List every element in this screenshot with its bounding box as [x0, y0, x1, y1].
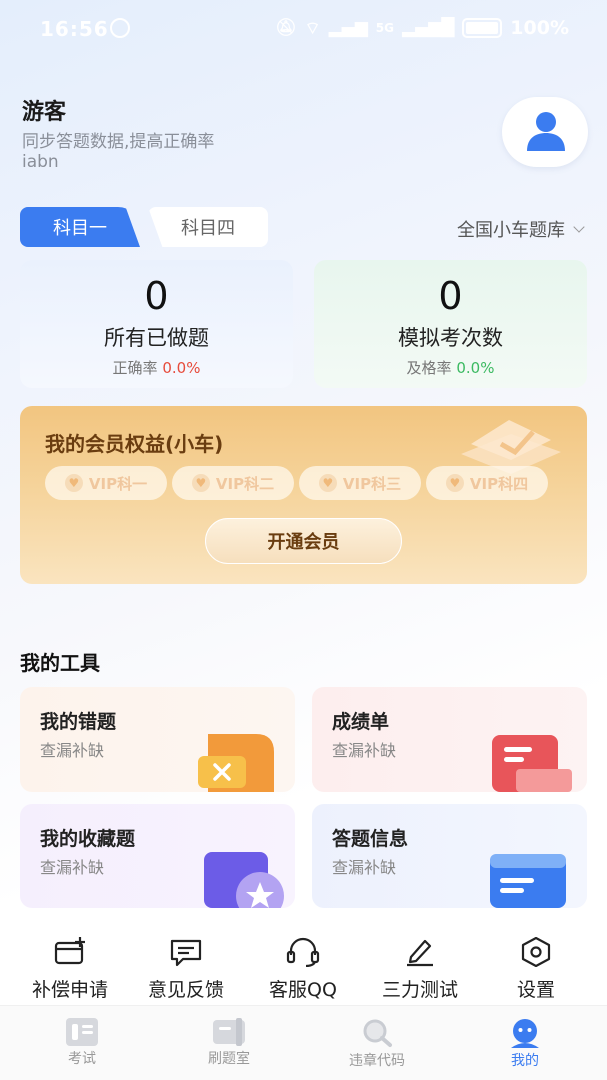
tool-report-card[interactable]: 成绩单 查漏补缺	[312, 687, 587, 792]
vip-chip: ♥ VIP科一	[45, 466, 167, 500]
vip-title: 我的会员权益(小车)	[45, 432, 224, 456]
status-time: 16:56	[40, 17, 109, 41]
tool-favorites[interactable]: 我的收藏题 查漏补缺	[20, 804, 295, 908]
signal-icon: ▂▄▆	[328, 18, 368, 38]
stat-rate: 正确率 0.0%	[20, 357, 293, 378]
rate-value: 0.0%	[162, 359, 201, 377]
stat-label: 模拟考次数	[398, 326, 503, 350]
tool-subtitle: 查漏补缺	[40, 741, 105, 760]
tool-subtitle: 查漏补缺	[332, 741, 397, 760]
vip-card[interactable]: 我的会员权益(小车) ♥ VIP科一 ♥ VIP科二 ♥ VIP科三 ♥ VIP…	[20, 406, 587, 584]
heart-check-icon: ♥	[445, 474, 464, 492]
avatar[interactable]	[502, 97, 588, 167]
quick-label: 补偿申请	[31, 979, 108, 1001]
open-vip-button[interactable]: 开通会员	[205, 518, 402, 564]
search-icon	[363, 1019, 392, 1047]
tab-label: 考试	[68, 1051, 96, 1067]
settings-button[interactable]: 设置	[478, 937, 594, 1002]
network-type: 5G	[375, 21, 394, 35]
signal-icon: ▂▄▆█	[402, 18, 455, 38]
bottom-tab-bar: 考试 刷题室 违章代码 我的	[0, 1005, 607, 1080]
tab-label: 刷题室	[208, 1051, 250, 1067]
info-card-icon	[490, 854, 566, 908]
user-icon	[527, 112, 565, 151]
quick-label: 意见反馈	[147, 979, 224, 1001]
vip-chip: ♥ VIP科二	[172, 466, 294, 500]
tool-subtitle: 查漏补缺	[332, 858, 397, 877]
wrong-book-icon	[198, 734, 274, 792]
tool-answer-info[interactable]: 答题信息 查漏补缺	[312, 804, 587, 908]
mute-icon: 🔕︎	[274, 18, 297, 38]
stat-rate: 及格率 0.0%	[314, 357, 587, 378]
pen-test-icon	[407, 939, 433, 967]
wifi-icon: ⌔	[304, 18, 321, 39]
user-id: iabn	[22, 152, 59, 172]
question-bank-label: 全国小车题库	[457, 220, 565, 241]
settings-hex-icon	[521, 937, 551, 967]
quick-label: 三力测试	[381, 979, 458, 1001]
vip-chip: ♥ VIP科三	[299, 466, 421, 500]
tool-title: 我的错题	[40, 711, 117, 733]
stat-card-answered[interactable]: 0 所有已做题 正确率 0.0%	[20, 260, 293, 388]
tab-subject-1[interactable]: 科目一	[20, 207, 140, 247]
heart-check-icon: ♥	[191, 474, 210, 492]
rate-value: 0.0%	[456, 359, 495, 377]
compensation-button[interactable]: 补偿申请	[12, 937, 128, 1002]
tab-label: 我的	[511, 1053, 539, 1069]
battery-icon	[462, 18, 503, 38]
quick-actions-bar: 补偿申请 意见反馈 客服QQ 三力测试 设置	[0, 925, 607, 1005]
heart-check-icon: ♥	[318, 474, 337, 492]
tab-label: 违章代码	[349, 1053, 405, 1069]
tools-section-title: 我的工具	[20, 651, 100, 675]
card-plus-icon	[54, 937, 85, 965]
headset-icon	[286, 937, 320, 967]
feedback-icon	[170, 939, 202, 967]
heart-check-icon: ♥	[64, 474, 83, 492]
practice-icon	[213, 1018, 245, 1046]
stat-label: 所有已做题	[104, 326, 209, 350]
tool-subtitle: 查漏补缺	[40, 858, 105, 877]
stat-value: 0	[144, 274, 169, 318]
alarm-icon	[110, 18, 130, 38]
status-bar: 16:56 🔕︎ ⌔ ▂▄▆ 5G ▂▄▆█ 100%	[0, 0, 607, 60]
stat-value: 0	[438, 274, 463, 318]
rate-label: 正确率	[112, 359, 158, 377]
tab-practice-room[interactable]: 刷题室	[179, 1018, 279, 1068]
vip-chip: ♥ VIP科四	[426, 466, 548, 500]
tool-title: 成绩单	[332, 711, 390, 733]
chevron-down-icon	[573, 220, 585, 233]
tab-mine[interactable]: 我的	[475, 1018, 575, 1070]
stat-card-exams[interactable]: 0 模拟考次数 及格率 0.0%	[314, 260, 587, 388]
status-indicators: 🔕︎ ⌔ ▂▄▆ 5G ▂▄▆█ 100%	[275, 17, 569, 39]
tab-violation-codes[interactable]: 违章代码	[327, 1018, 427, 1070]
quick-label: 设置	[516, 979, 555, 1001]
quick-label: 客服QQ	[269, 979, 337, 1001]
three-ability-test-button[interactable]: 三力测试	[362, 937, 478, 1002]
user-name[interactable]: 游客	[22, 94, 66, 126]
report-icon	[492, 735, 572, 792]
exam-icon	[66, 1018, 98, 1046]
tool-title: 我的收藏题	[40, 828, 136, 850]
customer-service-button[interactable]: 客服QQ	[245, 937, 361, 1002]
tool-title: 答题信息	[332, 828, 409, 850]
favorite-star-icon	[204, 852, 284, 908]
mine-face-icon	[511, 1019, 539, 1048]
rate-label: 及格率	[406, 359, 452, 377]
tab-subject-4[interactable]: 科目四	[148, 207, 268, 247]
tool-wrong-questions[interactable]: 我的错题 查漏补缺	[20, 687, 295, 792]
feedback-button[interactable]: 意见反馈	[128, 937, 244, 1002]
battery-percent: 100%	[510, 17, 569, 39]
tab-exam[interactable]: 考试	[32, 1018, 132, 1068]
user-subtitle[interactable]: 同步答题数据,提高正确率	[22, 127, 214, 152]
question-bank-select[interactable]: 全国小车题库	[457, 216, 585, 242]
